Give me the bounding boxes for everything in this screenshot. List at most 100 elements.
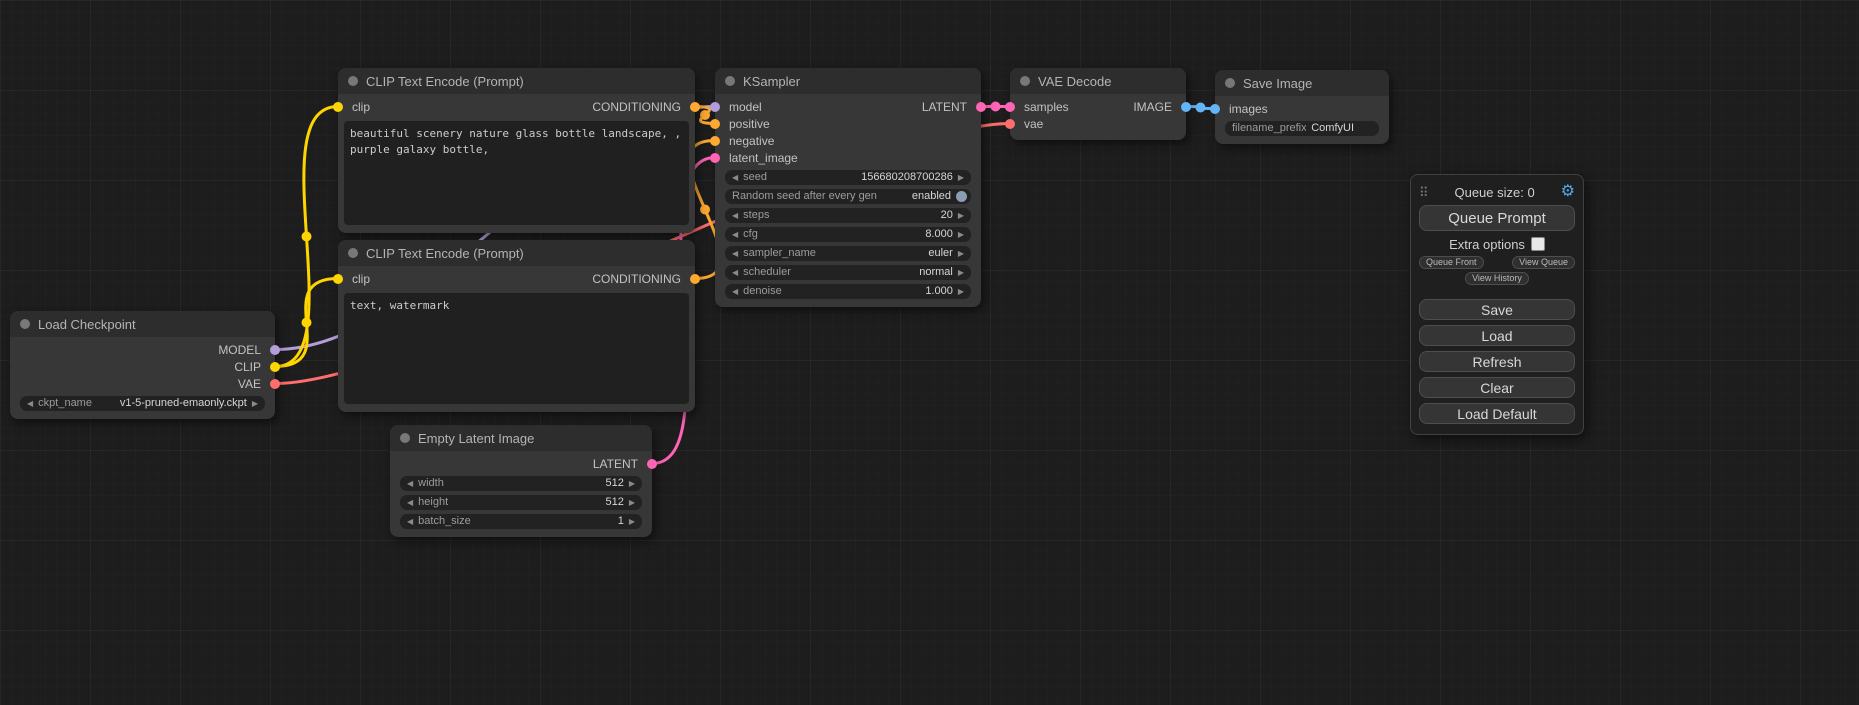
- decrement-arrow-icon[interactable]: ◀: [732, 265, 738, 280]
- increment-arrow-icon[interactable]: ▶: [958, 265, 964, 280]
- output-label-conditioning: CONDITIONING: [592, 100, 681, 114]
- increment-arrow-icon[interactable]: ▶: [629, 476, 635, 491]
- widget-height[interactable]: ◀ height 512 ▶: [400, 495, 642, 510]
- output-label-clip: CLIP: [234, 360, 261, 374]
- increment-arrow-icon[interactable]: ▶: [958, 208, 964, 223]
- collapse-toggle-icon[interactable]: [20, 319, 30, 329]
- input-dot-samples[interactable]: [1005, 102, 1015, 112]
- increment-arrow-icon[interactable]: ▶: [958, 284, 964, 299]
- collapse-toggle-icon[interactable]: [725, 76, 735, 86]
- load-button[interactable]: Load: [1419, 325, 1575, 346]
- widget-value: 512: [605, 476, 623, 491]
- decrement-arrow-icon[interactable]: ◀: [407, 495, 413, 510]
- queue-front-button[interactable]: Queue Front: [1419, 256, 1484, 269]
- collapse-toggle-icon[interactable]: [348, 248, 358, 258]
- refresh-button[interactable]: Refresh: [1419, 351, 1575, 372]
- node-clip-text-encode-positive[interactable]: CLIP Text Encode (Prompt) clip CONDITION…: [338, 68, 695, 233]
- decrement-arrow-icon[interactable]: ◀: [407, 514, 413, 529]
- view-history-button[interactable]: View History: [1465, 272, 1529, 285]
- increment-arrow-icon[interactable]: ▶: [629, 514, 635, 529]
- input-dot-images[interactable]: [1210, 104, 1220, 114]
- input-dot-vae[interactable]: [1005, 119, 1015, 129]
- increment-arrow-icon[interactable]: ▶: [629, 495, 635, 510]
- collapse-toggle-icon[interactable]: [1020, 76, 1030, 86]
- increment-arrow-icon[interactable]: ▶: [958, 246, 964, 261]
- widget-cfg[interactable]: ◀ cfg 8.000 ▶: [725, 227, 971, 242]
- input-dot-negative[interactable]: [710, 136, 720, 146]
- increment-arrow-icon[interactable]: ▶: [958, 170, 964, 185]
- decrement-arrow-icon[interactable]: ◀: [732, 284, 738, 299]
- clear-button[interactable]: Clear: [1419, 377, 1575, 398]
- widget-width[interactable]: ◀ width 512 ▶: [400, 476, 642, 491]
- input-label-vae: vae: [1024, 117, 1043, 131]
- output-dot-vae[interactable]: [270, 379, 280, 389]
- widget-denoise[interactable]: ◀ denoise 1.000 ▶: [725, 284, 971, 299]
- io-slot-row: clip CONDITIONING: [338, 98, 695, 115]
- node-vae-decode[interactable]: VAE Decode samples IMAGE vae: [1010, 68, 1186, 140]
- widget-seed[interactable]: ◀ seed 156680208700286 ▶: [725, 170, 971, 185]
- input-dot-positive[interactable]: [710, 119, 720, 129]
- node-clip-positive-titlebar[interactable]: CLIP Text Encode (Prompt): [338, 68, 695, 94]
- toggle-indicator-icon[interactable]: [956, 191, 967, 202]
- drag-handle-icon[interactable]: ⠿: [1419, 186, 1429, 199]
- output-dot-clip[interactable]: [270, 362, 280, 372]
- increment-arrow-icon[interactable]: ▶: [252, 396, 258, 411]
- decrement-arrow-icon[interactable]: ◀: [732, 170, 738, 185]
- node-ksampler-titlebar[interactable]: KSampler: [715, 68, 981, 94]
- node-body: images filename_prefix ComfyUI: [1215, 96, 1389, 144]
- queue-prompt-button[interactable]: Queue Prompt: [1419, 205, 1575, 231]
- increment-arrow-icon[interactable]: ▶: [958, 227, 964, 242]
- decrement-arrow-icon[interactable]: ◀: [27, 396, 33, 411]
- decrement-arrow-icon[interactable]: ◀: [732, 208, 738, 223]
- widget-steps[interactable]: ◀ steps 20 ▶: [725, 208, 971, 223]
- view-queue-button[interactable]: View Queue: [1512, 256, 1575, 269]
- save-button[interactable]: Save: [1419, 299, 1575, 320]
- widget-filename-prefix[interactable]: filename_prefix ComfyUI: [1225, 121, 1379, 136]
- widget-value: enabled: [912, 189, 951, 204]
- widget-batch-size[interactable]: ◀ batch_size 1 ▶: [400, 514, 642, 529]
- node-vae-decode-titlebar[interactable]: VAE Decode: [1010, 68, 1186, 94]
- collapse-toggle-icon[interactable]: [400, 433, 410, 443]
- output-dot-image[interactable]: [1181, 102, 1191, 112]
- node-ksampler[interactable]: KSampler model LATENT positive negative …: [715, 68, 981, 307]
- history-row: View History: [1419, 272, 1575, 285]
- output-dot-conditioning[interactable]: [690, 102, 700, 112]
- widget-random-seed-toggle[interactable]: Random seed after every gen enabled: [725, 189, 971, 204]
- extra-options-checkbox[interactable]: [1531, 237, 1545, 251]
- node-clip-negative-titlebar[interactable]: CLIP Text Encode (Prompt): [338, 240, 695, 266]
- input-dot-clip[interactable]: [333, 274, 343, 284]
- node-save-image[interactable]: Save Image images filename_prefix ComfyU…: [1215, 70, 1389, 144]
- widget-sampler-name[interactable]: ◀ sampler_name euler ▶: [725, 246, 971, 261]
- widget-label: height: [418, 495, 448, 510]
- widget-scheduler[interactable]: ◀ scheduler normal ▶: [725, 265, 971, 280]
- decrement-arrow-icon[interactable]: ◀: [732, 246, 738, 261]
- input-label-samples: samples: [1024, 100, 1069, 114]
- load-default-button[interactable]: Load Default: [1419, 403, 1575, 424]
- node-save-image-titlebar[interactable]: Save Image: [1215, 70, 1389, 96]
- collapse-toggle-icon[interactable]: [348, 76, 358, 86]
- output-dot-latent[interactable]: [976, 102, 986, 112]
- node-load-checkpoint-titlebar[interactable]: Load Checkpoint: [10, 311, 275, 337]
- output-label-conditioning: CONDITIONING: [592, 272, 681, 286]
- node-load-checkpoint[interactable]: Load Checkpoint MODEL CLIP VAE ◀ ckpt_na…: [10, 311, 275, 419]
- node-empty-latent-image[interactable]: Empty Latent Image LATENT ◀ width 512 ▶ …: [390, 425, 652, 537]
- node-body: clip CONDITIONING beautiful scenery natu…: [338, 94, 695, 233]
- prompt-textarea[interactable]: beautiful scenery nature glass bottle la…: [344, 121, 689, 225]
- input-dot-model[interactable]: [710, 102, 720, 112]
- input-label-clip: clip: [352, 100, 370, 114]
- input-dot-clip[interactable]: [333, 102, 343, 112]
- settings-gear-icon[interactable]: ⚙: [1561, 184, 1575, 200]
- node-empty-latent-titlebar[interactable]: Empty Latent Image: [390, 425, 652, 451]
- node-clip-text-encode-negative[interactable]: CLIP Text Encode (Prompt) clip CONDITION…: [338, 240, 695, 412]
- decrement-arrow-icon[interactable]: ◀: [407, 476, 413, 491]
- input-dot-latent-image[interactable]: [710, 153, 720, 163]
- widget-ckpt-name[interactable]: ◀ ckpt_name v1-5-pruned-emaonly.ckpt ▶: [20, 396, 265, 411]
- widget-label: cfg: [743, 227, 758, 242]
- output-dot-conditioning[interactable]: [690, 274, 700, 284]
- prompt-textarea[interactable]: text, watermark: [344, 293, 689, 404]
- input-slot-latent-image: latent_image: [715, 149, 981, 166]
- decrement-arrow-icon[interactable]: ◀: [732, 227, 738, 242]
- output-dot-model[interactable]: [270, 345, 280, 355]
- output-dot-latent[interactable]: [647, 459, 657, 469]
- collapse-toggle-icon[interactable]: [1225, 78, 1235, 88]
